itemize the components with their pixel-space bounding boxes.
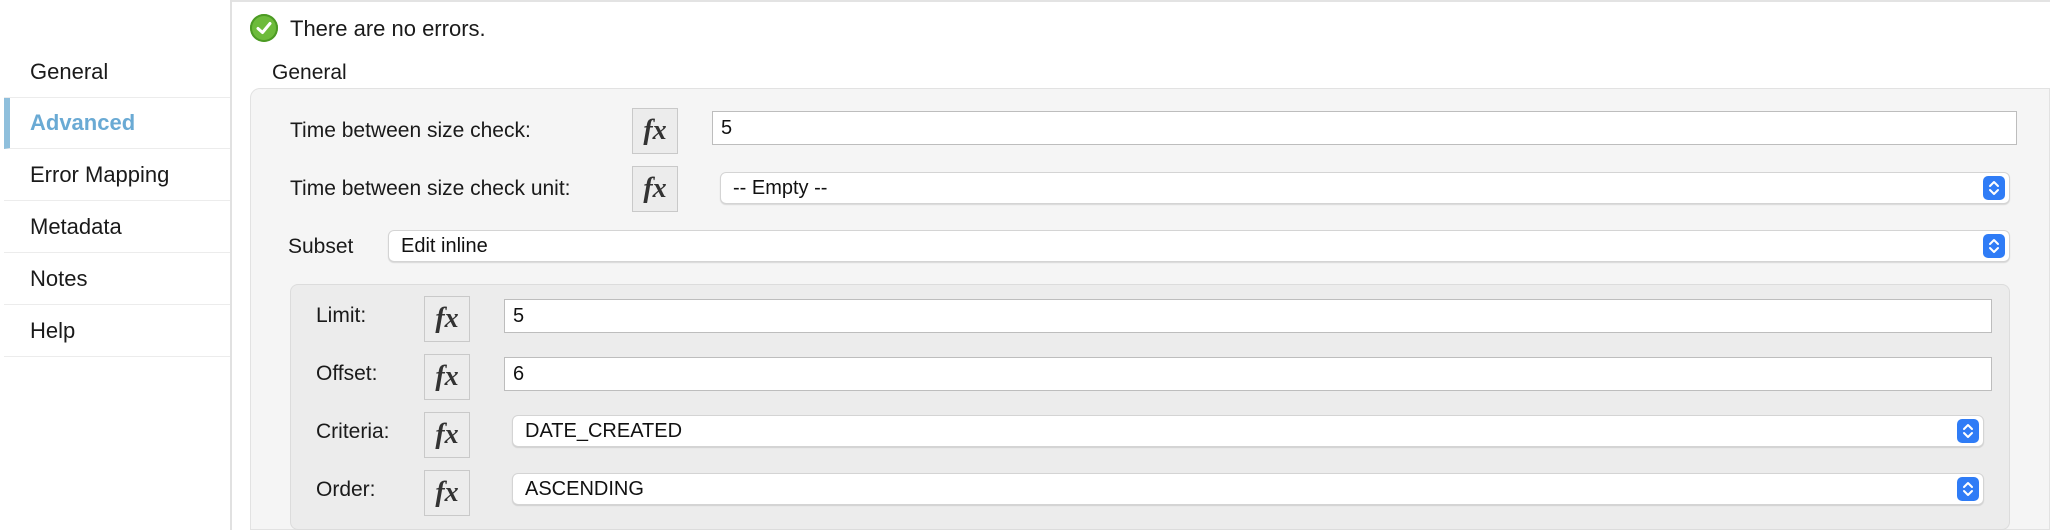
- time-unit-select[interactable]: -- Empty --: [720, 172, 2010, 204]
- sidebar-item-advanced[interactable]: Advanced: [4, 98, 230, 149]
- offset-label: Offset:: [316, 362, 378, 385]
- criteria-select[interactable]: DATE_CREATED: [512, 415, 1984, 447]
- subset-select[interactable]: Edit inline: [388, 230, 2010, 262]
- sidebar-item-label: Metadata: [30, 214, 122, 239]
- order-value: ASCENDING: [525, 478, 644, 500]
- fx-icon: fx: [435, 303, 459, 334]
- fx-icon: fx: [435, 477, 459, 508]
- criteria-label: Criteria:: [316, 420, 390, 443]
- status-message: There are no errors.: [290, 16, 486, 41]
- sidebar-item-metadata[interactable]: Metadata: [4, 202, 230, 253]
- offset-input[interactable]: 6: [504, 357, 1992, 391]
- time-between-value: 5: [721, 117, 733, 139]
- sidebar-item-label: Notes: [30, 266, 88, 291]
- criteria-value: DATE_CREATED: [525, 420, 683, 442]
- fx-icon: fx: [435, 361, 459, 392]
- limit-label: Limit:: [316, 304, 367, 327]
- fx-button-time-unit[interactable]: fx: [632, 166, 678, 212]
- select-stepper-icon: [1983, 176, 2005, 200]
- fx-icon: fx: [435, 419, 459, 450]
- sidebar-item-label: Help: [30, 318, 76, 343]
- fx-button-offset[interactable]: fx: [424, 354, 470, 400]
- top-divider: [122, 0, 2050, 2]
- sidebar-item-label: Advanced: [30, 110, 136, 135]
- time-unit-value: -- Empty --: [733, 177, 828, 199]
- offset-value: 6: [513, 363, 525, 385]
- sidebar: General Advanced Error Mapping Metadata …: [0, 0, 232, 530]
- sidebar-item-label: Error Mapping: [30, 162, 170, 187]
- fx-button-time-between[interactable]: fx: [632, 108, 678, 154]
- time-between-label: Time between size check:: [290, 119, 531, 142]
- subset-label: Subset: [288, 235, 354, 258]
- limit-value: 5: [513, 305, 525, 327]
- fx-button-order[interactable]: fx: [424, 470, 470, 516]
- time-unit-label: Time between size check unit:: [290, 177, 571, 200]
- sidebar-item-notes[interactable]: Notes: [4, 254, 230, 305]
- time-between-input[interactable]: 5: [712, 111, 2017, 145]
- order-select[interactable]: ASCENDING: [512, 473, 1984, 505]
- limit-input[interactable]: 5: [504, 299, 1992, 333]
- fx-icon: fx: [643, 173, 667, 204]
- select-stepper-icon: [1983, 234, 2005, 258]
- order-label: Order:: [316, 478, 376, 501]
- select-stepper-icon: [1957, 419, 1979, 443]
- sidebar-item-help[interactable]: Help: [4, 306, 230, 357]
- fx-button-limit[interactable]: fx: [424, 296, 470, 342]
- fx-button-criteria[interactable]: fx: [424, 412, 470, 458]
- sidebar-item-error-mapping[interactable]: Error Mapping: [4, 150, 230, 201]
- fx-icon: fx: [643, 115, 667, 146]
- sidebar-item-label: General: [30, 59, 109, 84]
- select-stepper-icon: [1957, 477, 1979, 501]
- sidebar-item-general[interactable]: General: [4, 47, 230, 98]
- subset-value: Edit inline: [401, 235, 488, 257]
- check-circle-icon: [250, 14, 278, 42]
- section-title: General: [272, 61, 347, 84]
